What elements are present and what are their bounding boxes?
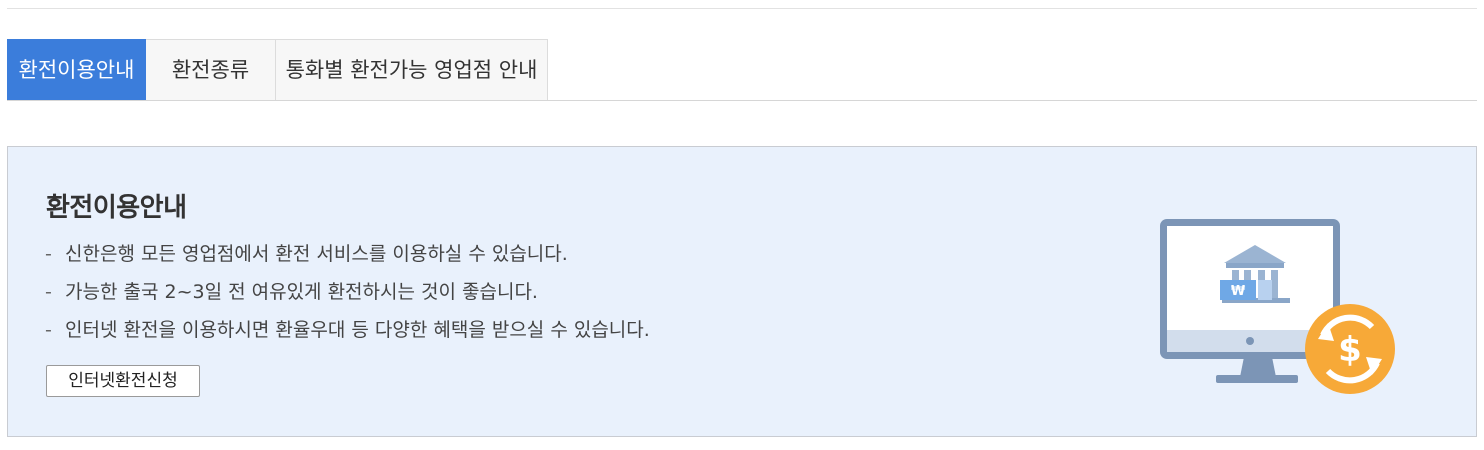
- bank-monitor-exchange-icon: ₩ $: [1160, 219, 1395, 394]
- list-item: - 신한은행 모든 영업점에서 환전 서비스를 이용하실 수 있습니다.: [45, 243, 650, 281]
- list-item: - 인터넷 환전을 이용하시면 환율우대 등 다양한 혜택을 받으실 수 있습니다…: [45, 319, 650, 357]
- list-item: - 가능한 출국 2~3일 전 여유있게 환전하시는 것이 좋습니다.: [45, 281, 650, 319]
- tab-exchange-types[interactable]: 환전종류: [146, 39, 276, 101]
- tab-branches-by-currency[interactable]: 통화별 환전가능 영업점 안내: [276, 39, 548, 101]
- bullet-dash: -: [45, 319, 52, 341]
- bullet-dash: -: [45, 281, 52, 303]
- panel-title: 환전이용안내: [46, 193, 187, 223]
- info-list: - 신한은행 모든 영업점에서 환전 서비스를 이용하실 수 있습니다. - 가능한…: [45, 243, 650, 357]
- top-divider: [7, 8, 1477, 9]
- list-item-text: 인터넷 환전을 이용하시면 환율우대 등 다양한 혜택을 받으실 수 있습니다.: [65, 319, 650, 341]
- power-dot: [1246, 337, 1254, 345]
- internet-exchange-apply-button[interactable]: 인터넷환전신청: [46, 365, 200, 397]
- tab-bar: 환전이용안내 환전종류 통화별 환전가능 영업점 안내: [7, 39, 548, 101]
- list-item-text: 가능한 출국 2~3일 전 여유있게 환전하시는 것이 좋습니다.: [65, 281, 538, 303]
- dollar-symbol: $: [1338, 330, 1362, 370]
- won-symbol: ₩: [1231, 284, 1246, 299]
- tab-exchange-guide[interactable]: 환전이용안내: [7, 39, 146, 101]
- bullet-dash: -: [45, 243, 52, 265]
- tab-baseline: [7, 100, 1477, 101]
- list-item-text: 신한은행 모든 영업점에서 환전 서비스를 이용하실 수 있습니다.: [65, 243, 568, 265]
- exchange-guide-panel: 환전이용안내 - 신한은행 모든 영업점에서 환전 서비스를 이용하실 수 있습니…: [7, 146, 1477, 437]
- monitor-stand: [1240, 357, 1276, 377]
- monitor-base: [1216, 375, 1298, 383]
